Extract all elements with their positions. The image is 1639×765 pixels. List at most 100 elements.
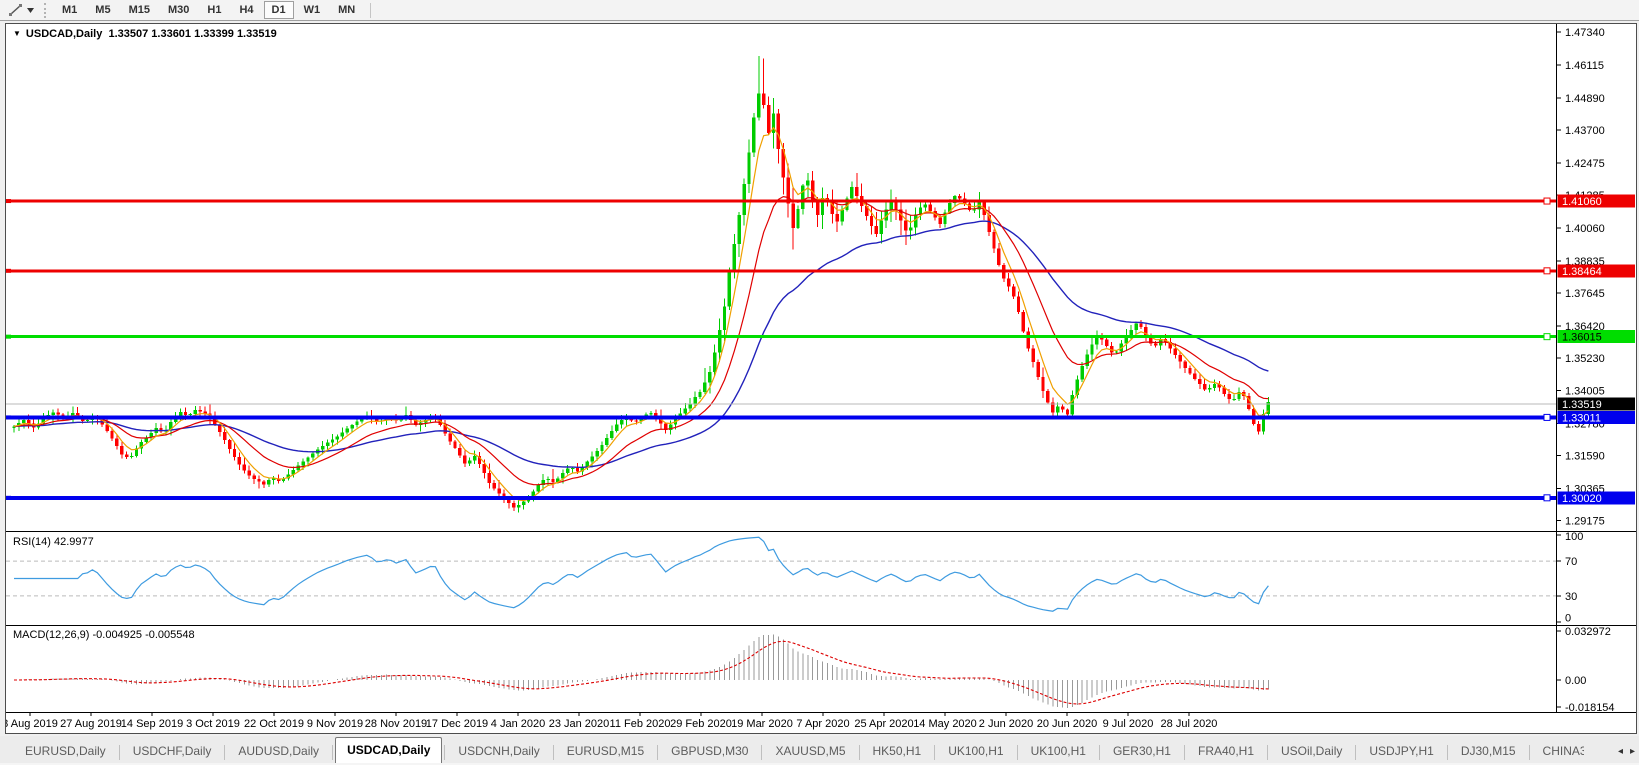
svg-text:7 Apr 2020: 7 Apr 2020 <box>796 718 849 730</box>
tab-uk100-h1[interactable]: UK100,H1 <box>1020 741 1097 763</box>
svg-text:30: 30 <box>1565 591 1577 603</box>
chart-title: ▼USDCAD,Daily 1.33507 1.33601 1.33399 1.… <box>13 28 277 40</box>
toolbar: M1M5M15M30H1H4D1W1MN <box>0 0 1639 21</box>
svg-text:70: 70 <box>1565 556 1577 568</box>
svg-text:11 Feb 2020: 11 Feb 2020 <box>610 718 671 730</box>
tab-usdchf-daily[interactable]: USDCHF,Daily <box>122 741 223 763</box>
svg-text:1.33519: 1.33519 <box>1562 399 1602 411</box>
timeframe-button-h4[interactable]: H4 <box>231 1 261 19</box>
svg-text:1.38464: 1.38464 <box>1562 266 1602 278</box>
svg-text:1.30020: 1.30020 <box>1562 493 1602 505</box>
macd-panel[interactable] <box>14 635 1268 708</box>
timeframe-button-d1[interactable]: D1 <box>264 1 294 19</box>
svg-text:0.00: 0.00 <box>1565 675 1586 687</box>
svg-text:25 Apr 2020: 25 Apr 2020 <box>854 718 913 730</box>
tab-fra40-h1[interactable]: FRA40,H1 <box>1187 741 1265 763</box>
timeframe-button-h1[interactable]: H1 <box>199 1 229 19</box>
macd-name: MACD(12,26,9) <box>13 629 89 641</box>
svg-text:1.35230: 1.35230 <box>1565 353 1605 365</box>
timeframe-button-m30[interactable]: M30 <box>160 1 197 19</box>
tab-separator <box>553 745 554 760</box>
timeframe-button-w1[interactable]: W1 <box>296 1 329 19</box>
tab-scroll-right-button[interactable]: ▸ <box>1630 746 1635 757</box>
ma-fast-line <box>14 128 1268 501</box>
macd-label: MACD(12,26,9) -0.004925 -0.005548 <box>13 629 195 641</box>
tab-separator <box>934 745 935 760</box>
trendline-tool-button[interactable] <box>4 2 38 19</box>
timeframe-button-m15[interactable]: M15 <box>121 1 158 19</box>
macd-main-value: -0.004925 <box>92 629 142 641</box>
tab-uk100-h1[interactable]: UK100,H1 <box>937 741 1014 763</box>
tab-items: EURUSD,DailyUSDCHF,DailyAUDUSD,DailyUSDC… <box>14 737 1584 763</box>
chart-window: 1.473401.461151.448901.437001.424751.412… <box>5 23 1637 734</box>
svg-text:23 Jan 2020: 23 Jan 2020 <box>549 718 610 730</box>
rsi-name: RSI(14) <box>13 536 51 548</box>
svg-text:14 May 2020: 14 May 2020 <box>913 718 977 730</box>
tab-separator <box>761 745 762 760</box>
svg-text:1.40060: 1.40060 <box>1565 223 1605 235</box>
tab-usdcnh-daily[interactable]: USDCNH,Daily <box>447 741 550 763</box>
svg-text:20 Jun 2020: 20 Jun 2020 <box>1037 718 1098 730</box>
macd-histogram <box>14 635 1268 708</box>
chevron-down-icon <box>27 8 34 13</box>
tab-separator <box>1529 745 1530 760</box>
tab-scroll-left-button[interactable]: ◂ <box>1618 746 1623 757</box>
rsi-line <box>14 537 1268 611</box>
tab-separator <box>1355 745 1356 760</box>
tab-eurusd-m15[interactable]: EURUSD,M15 <box>556 741 655 763</box>
rsi-label: RSI(14) 42.9977 <box>13 536 94 548</box>
svg-text:28 Nov 2019: 28 Nov 2019 <box>365 718 427 730</box>
svg-text:1.37645: 1.37645 <box>1565 288 1605 300</box>
tab-usdjpy-h1[interactable]: USDJPY,H1 <box>1358 741 1444 763</box>
symbol-dropdown-icon[interactable]: ▼ <box>13 29 21 38</box>
tab-gbpusd-m30[interactable]: GBPUSD,M30 <box>660 741 759 763</box>
svg-text:-0.018154: -0.018154 <box>1565 702 1615 714</box>
axis-layer[interactable]: 1.473401.461151.448901.437001.424751.412… <box>6 24 1636 730</box>
tab-separator <box>1099 745 1100 760</box>
svg-text:1.42475: 1.42475 <box>1565 158 1605 170</box>
svg-text:1.47340: 1.47340 <box>1565 27 1605 39</box>
timeframe-button-m1[interactable]: M1 <box>54 1 85 19</box>
svg-text:3 Oct 2019: 3 Oct 2019 <box>186 718 240 730</box>
ma-slow-line <box>14 221 1268 467</box>
tab-ger30-h1[interactable]: GER30,H1 <box>1102 741 1182 763</box>
svg-text:0.032972: 0.032972 <box>1565 626 1611 638</box>
main-price-panel[interactable] <box>6 56 1556 513</box>
svg-text:1.44890: 1.44890 <box>1565 93 1605 105</box>
svg-text:14 Sep 2019: 14 Sep 2019 <box>121 718 183 730</box>
price-chart[interactable]: 1.473401.461151.448901.437001.424751.412… <box>6 24 1636 733</box>
tab-scroll-arrows: ◂ ▸ <box>1618 746 1635 757</box>
tab-eurusd-daily[interactable]: EURUSD,Daily <box>14 741 117 763</box>
chart-tabbar: EURUSD,DailyUSDCHF,DailyAUDUSD,DailyUSDC… <box>0 736 1639 763</box>
tab-hk50-h1[interactable]: HK50,H1 <box>862 741 933 763</box>
timeframe-button-mn[interactable]: MN <box>330 1 363 19</box>
tab-separator <box>1267 745 1268 760</box>
tab-china300-h4[interactable]: CHINA300,H4 <box>1532 741 1584 763</box>
ohlc-low: 1.33399 <box>194 28 234 40</box>
tab-separator <box>657 745 658 760</box>
tab-separator <box>1447 745 1448 760</box>
tab-separator <box>1017 745 1018 760</box>
svg-text:17 Dec 2019: 17 Dec 2019 <box>426 718 488 730</box>
svg-text:1.31590: 1.31590 <box>1565 451 1605 463</box>
tab-separator <box>444 745 445 760</box>
tab-audusd-daily[interactable]: AUDUSD,Daily <box>227 741 330 763</box>
candles <box>12 56 1270 513</box>
tab-xauusd-m5[interactable]: XAUUSD,M5 <box>764 741 856 763</box>
ohlc-open: 1.33507 <box>108 28 148 40</box>
tab-usoil-daily[interactable]: USOil,Daily <box>1270 741 1353 763</box>
trendline-tool-icon <box>8 3 24 18</box>
svg-text:0: 0 <box>1565 613 1571 625</box>
timeframe-buttons: M1M5M15M30H1H4D1W1MN <box>53 1 364 19</box>
rsi-panel[interactable] <box>6 537 1556 611</box>
tab-separator <box>1184 745 1185 760</box>
tab-separator <box>859 745 860 760</box>
svg-text:2 Jun 2020: 2 Jun 2020 <box>979 718 1033 730</box>
tab-separator <box>332 745 333 760</box>
svg-text:1.43700: 1.43700 <box>1565 125 1605 137</box>
timeframe-button-m5[interactable]: M5 <box>87 1 118 19</box>
ohlc-high: 1.33601 <box>151 28 191 40</box>
svg-text:22 Oct 2019: 22 Oct 2019 <box>244 718 304 730</box>
tab-dj30-m15[interactable]: DJ30,M15 <box>1450 741 1527 763</box>
tab-usdcad-daily[interactable]: USDCAD,Daily <box>335 737 442 763</box>
